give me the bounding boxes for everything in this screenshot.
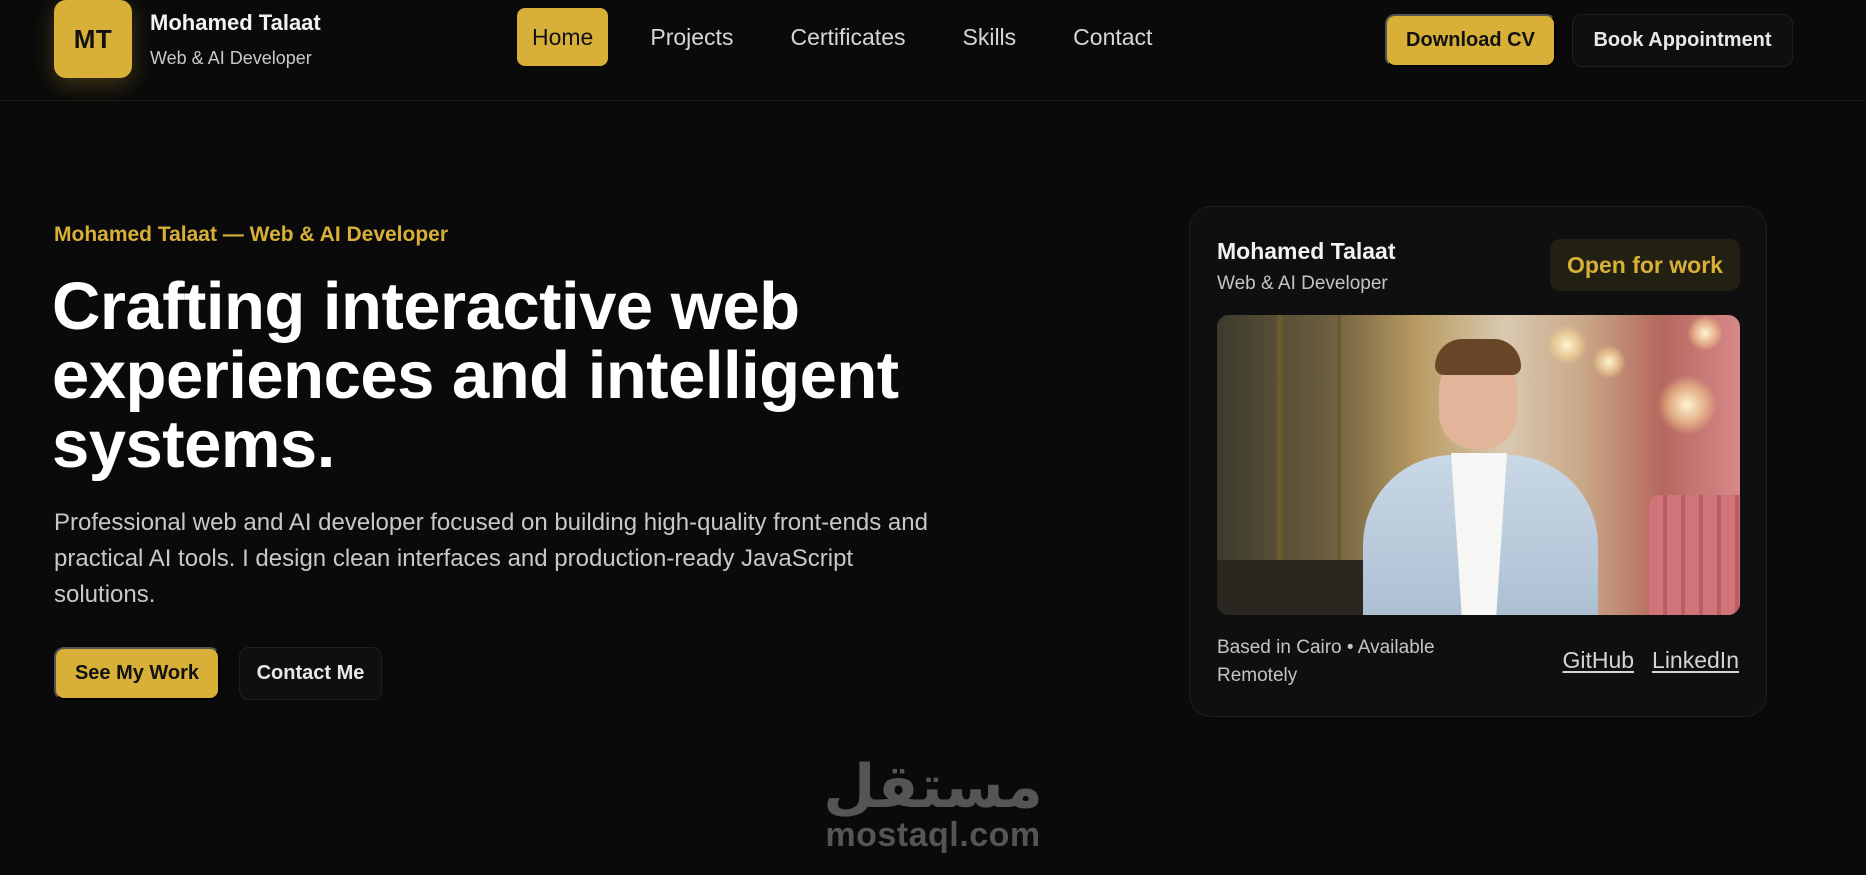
main-nav: Home Projects Certificates Skills Contac… <box>517 8 1194 66</box>
photo-detail <box>1547 325 1587 365</box>
contact-me-button[interactable]: Contact Me <box>239 647 382 700</box>
see-my-work-button[interactable]: See My Work <box>54 647 220 700</box>
card-role: Web & AI Developer <box>1217 273 1388 294</box>
watermark-latin: mostaql.com <box>825 816 1041 854</box>
photo-detail <box>1592 345 1626 379</box>
nav-item-contact[interactable]: Contact <box>1058 8 1167 66</box>
card-name: Mohamed Talaat <box>1217 238 1396 264</box>
hero-eyebrow: Mohamed Talaat — Web & AI Developer <box>54 223 449 246</box>
brand-role: Web & AI Developer <box>150 48 312 68</box>
photo-detail <box>1657 375 1717 435</box>
nav-item-skills[interactable]: Skills <box>948 8 1032 66</box>
download-cv-button[interactable]: Download CV <box>1385 14 1556 67</box>
site-header: MT Mohamed Talaat Web & AI Developer Hom… <box>0 0 1866 101</box>
open-for-work-badge: Open for work <box>1550 239 1740 291</box>
photo-detail <box>1435 339 1521 375</box>
logo-badge[interactable]: MT <box>54 0 132 78</box>
card-location: Based in Cairo • Available Remotely <box>1217 637 1435 686</box>
brand-name: Mohamed Talaat <box>150 10 321 35</box>
profile-photo <box>1217 315 1740 615</box>
photo-detail <box>1649 495 1740 615</box>
nav-item-home[interactable]: Home <box>517 8 609 66</box>
watermark-arabic: مستقل <box>823 753 1043 820</box>
nav-item-certificates[interactable]: Certificates <box>775 8 920 66</box>
profile-card: Mohamed Talaat Web & AI Developer Open f… <box>1189 206 1767 717</box>
logo-initials: MT <box>73 23 113 54</box>
hero-headline: Crafting interactive web experiences and… <box>52 269 899 482</box>
linkedin-link[interactable]: LinkedIn <box>1652 647 1739 674</box>
hero-lead: Professional web and AI developer focuse… <box>54 509 928 608</box>
card-links: GitHub LinkedIn <box>1562 647 1739 674</box>
github-link[interactable]: GitHub <box>1562 647 1634 674</box>
book-appointment-button[interactable]: Book Appointment <box>1572 14 1793 67</box>
photo-detail <box>1687 315 1723 351</box>
nav-item-projects[interactable]: Projects <box>635 8 748 66</box>
